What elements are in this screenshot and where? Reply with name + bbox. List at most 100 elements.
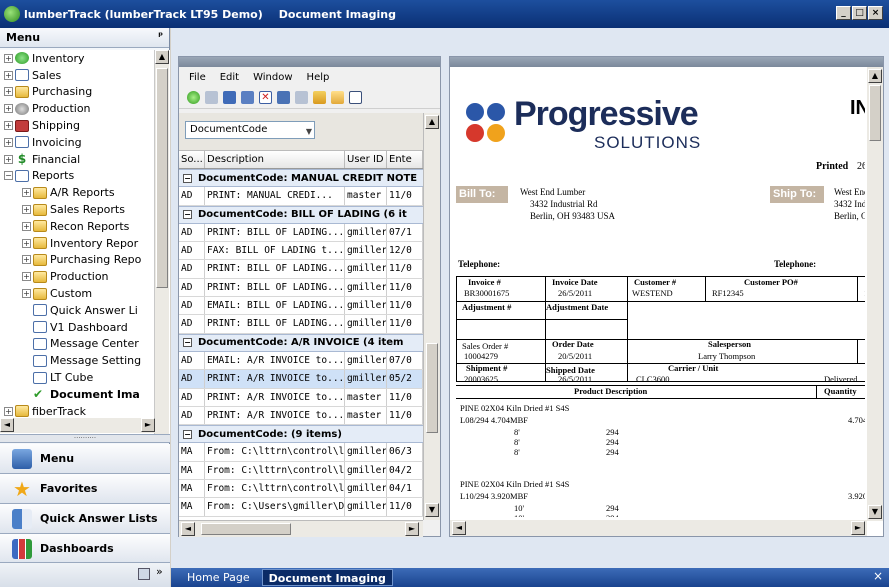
collapse-icon[interactable]: − [183, 338, 192, 348]
scroll-thumb[interactable] [156, 68, 168, 288]
table-row[interactable]: AD PRINT: MANUAL CREDI... master 11/0 [179, 187, 423, 206]
tree-item[interactable]: Quick Answer Li [0, 302, 170, 319]
table-row[interactable]: AD PRINT: BILL OF LADING... gmiller 11/0 [179, 260, 423, 279]
tree-item[interactable]: + fiberTrack [0, 403, 170, 420]
table-row[interactable]: AD EMAIL: A/R INVOICE to... gmiller 07/0 [179, 351, 423, 371]
expand-toggle-icon[interactable]: + [22, 255, 31, 265]
page-icon[interactable] [223, 91, 236, 104]
tree-item[interactable]: ✔ Document Ima [0, 386, 170, 403]
menu-edit[interactable]: Edit [220, 72, 239, 83]
panel-splitter[interactable]: ·········· [0, 434, 170, 443]
grid-scroll-right[interactable]: ► [405, 522, 419, 536]
grid-hscroll-thumb[interactable] [201, 523, 291, 535]
expand-toggle-icon[interactable]: + [22, 238, 31, 248]
tree-item[interactable]: + Shipping [0, 117, 170, 134]
group-row[interactable]: − DocumentCode: BILL OF LADING (6 it [179, 205, 423, 224]
grid-horizontal-scrollbar[interactable]: ◄ ► [179, 520, 423, 537]
grid-scroll-up[interactable]: ▲ [425, 115, 439, 129]
tree-item[interactable]: Message Center [0, 336, 170, 353]
tree-item[interactable]: + Custom [0, 285, 170, 302]
expand-toggle-icon[interactable]: + [4, 104, 13, 114]
expand-toggle-icon[interactable]: + [22, 272, 31, 282]
quick-answer-lists-button[interactable]: Quick Answer Lists [0, 504, 170, 534]
expand-toggle-icon[interactable]: + [4, 87, 13, 97]
tree-item[interactable]: LT Cube [0, 369, 170, 386]
collapse-icon[interactable]: − [183, 210, 192, 220]
collapse-icon[interactable]: − [183, 173, 192, 183]
tree-item[interactable]: V1 Dashboard [0, 319, 170, 336]
tree-item[interactable]: + Recon Reports [0, 218, 170, 235]
pin-icon[interactable]: ᵖ [158, 31, 163, 42]
refresh-icon[interactable] [187, 91, 200, 104]
tree-item[interactable]: − Reports [0, 168, 170, 185]
preview-vertical-scrollbar[interactable]: ▲ ▼ [867, 67, 883, 521]
expand-toggle-icon[interactable]: + [4, 53, 13, 63]
minimize-button[interactable]: _ [836, 6, 851, 20]
grid-scroll-thumb[interactable] [426, 343, 438, 433]
group-row[interactable]: − DocumentCode: (9 items) [179, 425, 423, 444]
tree-item[interactable]: + Inventory [0, 50, 170, 67]
table-row[interactable]: MAFrom: C:\lttrn\control\lu...gmiller04/… [179, 480, 423, 499]
attach-icon[interactable] [277, 91, 290, 104]
print-icon[interactable] [349, 91, 362, 104]
table-row[interactable]: MAFrom: C:\lttrn\control\lu...gmiller06/… [179, 443, 423, 462]
group-row[interactable]: − DocumentCode: A/R INVOICE (4 item [179, 333, 423, 352]
preview-horizontal-scrollbar[interactable]: ◄ ► [450, 520, 867, 536]
expand-toggle-icon[interactable]: + [4, 121, 13, 131]
pages-icon[interactable] [241, 91, 254, 104]
preview-scroll-thumb[interactable] [869, 85, 881, 141]
tree-item[interactable]: + Invoicing [0, 134, 170, 151]
scroll-up-button[interactable]: ▲ [155, 50, 169, 64]
chevron-down-icon[interactable]: ▼ [306, 124, 312, 140]
expand-toggle-icon[interactable]: + [4, 406, 13, 416]
table-row[interactable]: AD PRINT: A/R INVOICE to... master 11/0 [179, 388, 423, 407]
tree-horizontal-scrollbar[interactable]: ◄ ► [0, 418, 155, 433]
column-header[interactable]: User ID [345, 151, 387, 168]
dashboards-button[interactable]: Dashboards [0, 534, 170, 564]
tree-item[interactable]: + A/R Reports [0, 184, 170, 201]
table-row[interactable]: AD PRINT: A/R INVOICE to... master 11/0 [179, 406, 423, 426]
tree-item[interactable]: Message Setting [0, 352, 170, 369]
tree-item[interactable]: + Sales Reports [0, 201, 170, 218]
column-header[interactable]: So... [179, 151, 205, 168]
group-by-select[interactable]: DocumentCode ▼ [185, 121, 315, 139]
table-row[interactable]: AD PRINT: BILL OF LADING... gmiller 11/0 [179, 315, 423, 334]
table-row[interactable]: AD EMAIL: BILL OF LADING... gmiller 11/0 [179, 297, 423, 316]
tree-item[interactable]: + Purchasing [0, 84, 170, 101]
tab-document-imaging[interactable]: Document Imaging [261, 569, 393, 586]
scroll-left-button[interactable]: ◄ [0, 418, 14, 432]
close-tab-icon[interactable]: × [873, 569, 883, 583]
comment-icon[interactable] [295, 91, 308, 104]
table-row[interactable]: AD FAX: BILL OF LADING t... gmiller 12/0 [179, 242, 423, 261]
email-icon[interactable] [331, 91, 344, 104]
scan-icon[interactable] [205, 91, 218, 104]
tree-vertical-scrollbar[interactable]: ▲ [154, 50, 169, 434]
maximize-button[interactable]: □ [852, 6, 867, 20]
table-row[interactable]: AD PRINT: A/R INVOICE to... gmiller 05/2 [179, 370, 423, 389]
preview-scroll-left[interactable]: ◄ [452, 521, 466, 535]
configure-buttons-icon[interactable] [138, 568, 150, 580]
close-button[interactable]: × [868, 6, 883, 20]
table-row[interactable]: MAFrom: C:\Users\gmiller\D...gmiller11/0 [179, 498, 423, 517]
expand-toggle-icon[interactable]: + [22, 221, 31, 231]
favorites-button[interactable]: ★ Favorites [0, 474, 170, 504]
expand-toggle-icon[interactable]: − [4, 171, 13, 181]
tree-item[interactable]: + Sales [0, 67, 170, 84]
expand-toggle-icon[interactable]: + [22, 188, 31, 198]
menu-help[interactable]: Help [307, 72, 330, 83]
menu-file[interactable]: File [189, 72, 206, 83]
tree-item[interactable]: + $ Financial [0, 151, 170, 168]
tree-item[interactable]: + Production [0, 100, 170, 117]
group-row[interactable]: − DocumentCode: MANUAL CREDIT NOTE [179, 169, 423, 188]
expand-toggle-icon[interactable]: + [4, 70, 13, 80]
table-row[interactable]: AD PRINT: BILL OF LADING... gmiller 07/1 [179, 223, 423, 243]
table-row[interactable]: MAFrom: C:\lttrn\control\lu...gmiller04/… [179, 461, 423, 481]
delete-icon[interactable]: ✕ [259, 91, 272, 104]
preview-scroll-down[interactable]: ▼ [868, 505, 882, 519]
expand-toggle-icon[interactable]: + [4, 137, 13, 147]
tree-item[interactable]: + Inventory Repor [0, 235, 170, 252]
tree-item[interactable]: + Production [0, 268, 170, 285]
menu-button[interactable]: Menu [0, 444, 170, 474]
expand-toggle-icon[interactable]: + [22, 289, 31, 299]
menu-window[interactable]: Window [253, 72, 292, 83]
